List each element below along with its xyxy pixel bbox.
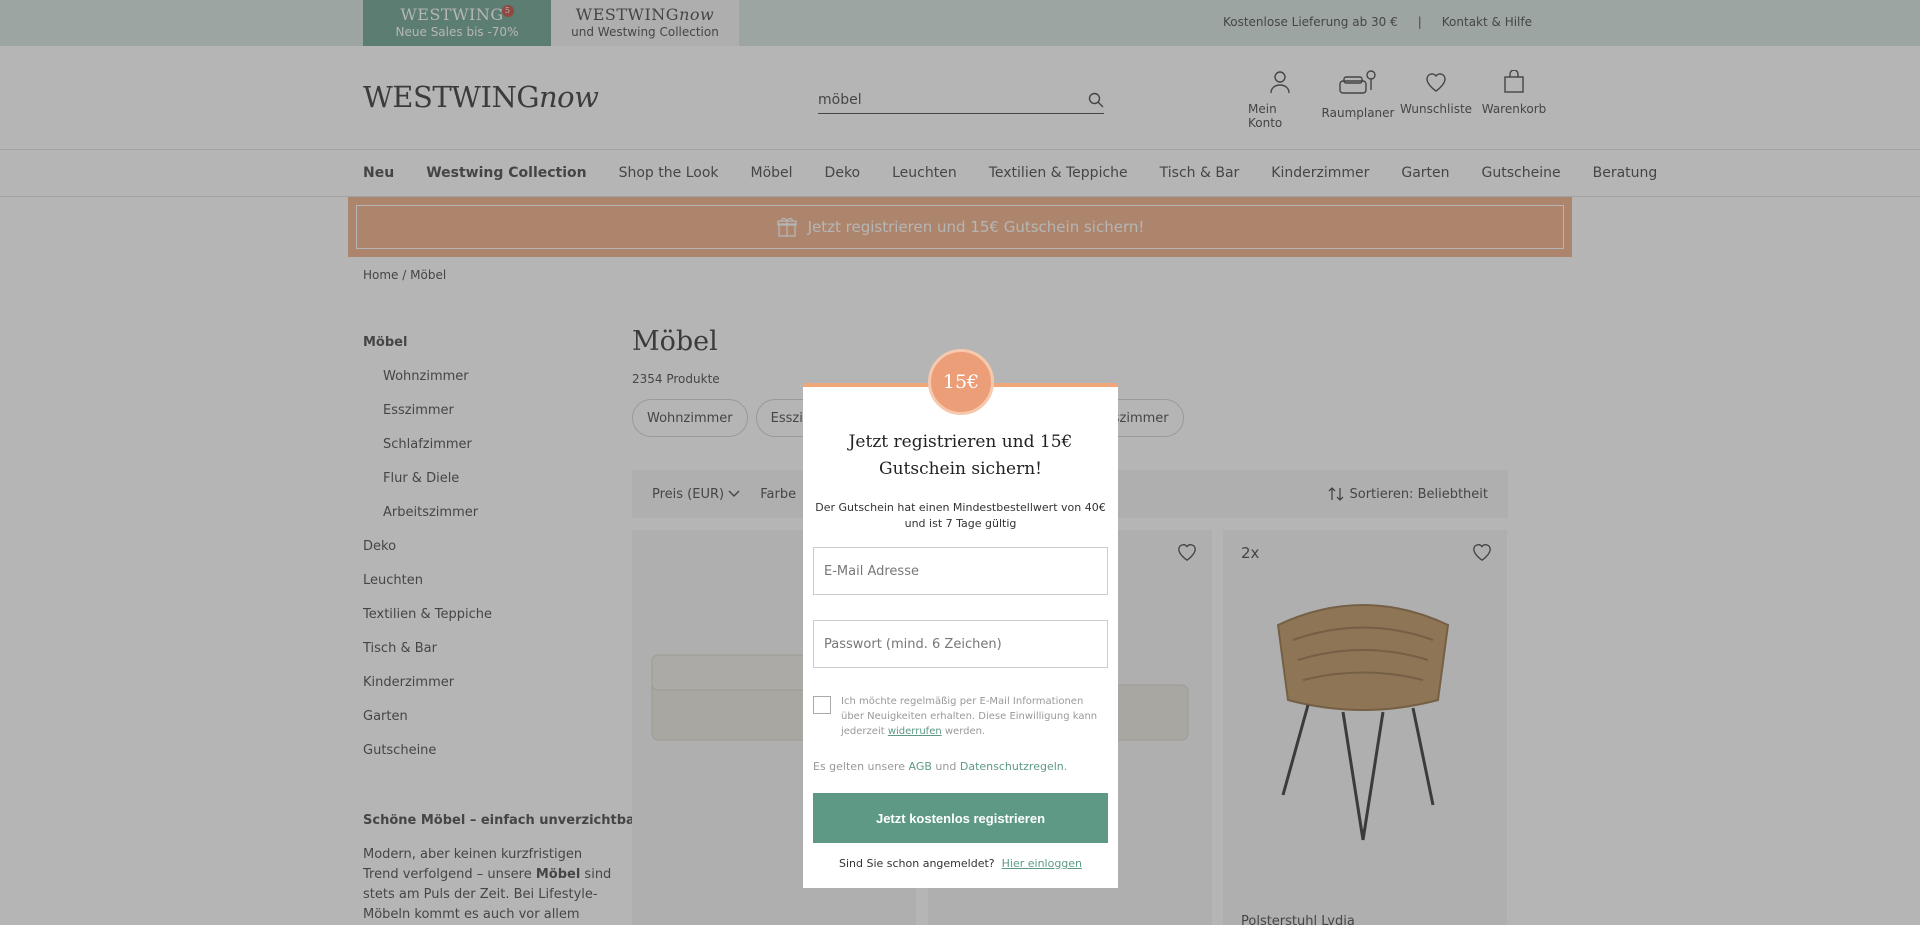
revoke-link[interactable]: widerrufen xyxy=(888,726,942,737)
login-link[interactable]: Hier einloggen xyxy=(1002,857,1082,870)
modal-title: Jetzt registrieren und 15€ Gutschein sic… xyxy=(848,432,1073,479)
privacy-link[interactable]: Datenschutzregeln xyxy=(960,760,1064,773)
modal-description: Der Gutschein hat einen Mindestbestellwe… xyxy=(815,501,1106,530)
terms-part: und xyxy=(931,760,960,773)
newsletter-consent: Ich möchte regelmäßig per E-Mail Informa… xyxy=(813,694,1108,739)
terms-part: . xyxy=(1063,760,1068,773)
password-field[interactable]: Passwort (mind. 6 Zeichen) xyxy=(813,620,1108,668)
register-button[interactable]: Jetzt kostenlos registrieren xyxy=(813,793,1108,843)
email-field[interactable]: E-Mail Adresse xyxy=(813,547,1108,595)
page: WESTWING5 Neue Sales bis -70% WESTWINGno… xyxy=(0,0,1920,925)
login-row: Sind Sie schon angemeldet? Hier einlogge… xyxy=(803,857,1118,870)
terms-part: Es gelten unsere xyxy=(813,760,909,773)
login-prompt: Sind Sie schon angemeldet? xyxy=(838,857,995,870)
agb-link[interactable]: AGB xyxy=(909,760,932,773)
voucher-coin-badge: 15€ xyxy=(928,349,994,415)
consent-text-part: werden. xyxy=(941,726,986,737)
consent-text: Ich möchte regelmäßig per E-Mail Informa… xyxy=(841,694,1108,739)
registration-modal: 15€ Jetzt registrieren und 15€ Gutschein… xyxy=(803,349,1118,888)
newsletter-checkbox[interactable] xyxy=(813,696,831,714)
terms-text: Es gelten unsere AGB und Datenschutzrege… xyxy=(813,760,1067,773)
